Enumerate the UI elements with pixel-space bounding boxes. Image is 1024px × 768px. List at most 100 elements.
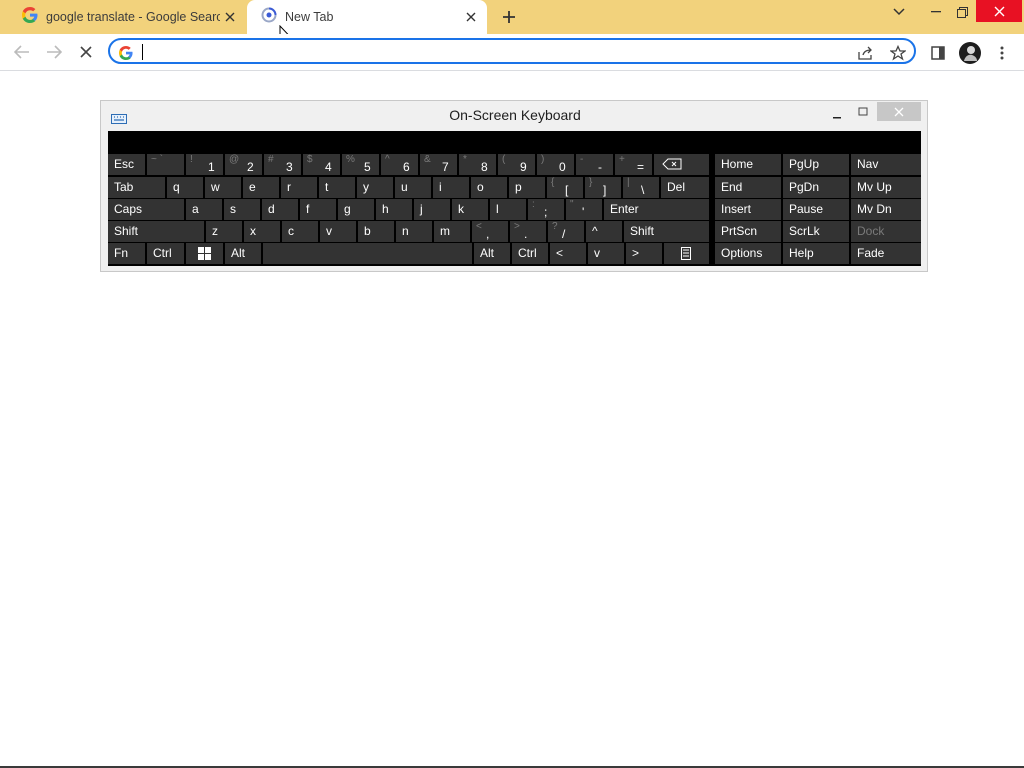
key-alt-right[interactable]: Alt: [474, 243, 510, 264]
osk-close-button[interactable]: [877, 102, 921, 121]
key-shift-left[interactable]: Shift: [108, 221, 204, 242]
key-left-arrow[interactable]: <: [550, 243, 586, 264]
key-insert[interactable]: Insert: [715, 199, 781, 220]
key-enter[interactable]: Enter: [604, 199, 709, 220]
key-m[interactable]: m: [434, 221, 470, 242]
osk-minimize-button[interactable]: [827, 105, 847, 123]
tab-google-translate[interactable]: google translate - Google Search: [8, 0, 246, 34]
tab-search-button[interactable]: [884, 0, 914, 24]
close-window-button[interactable]: [976, 0, 1022, 22]
key-j[interactable]: j: [414, 199, 450, 220]
key-mv-up[interactable]: Mv Up: [851, 177, 921, 198]
key-a[interactable]: a: [186, 199, 222, 220]
key-ctrl-right[interactable]: Ctrl: [512, 243, 548, 264]
key-end[interactable]: End: [715, 177, 781, 198]
key-del[interactable]: Del: [661, 177, 709, 198]
omnibox[interactable]: [108, 38, 916, 64]
key-down-arrow[interactable]: v: [588, 243, 624, 264]
key-up-arrow[interactable]: ^: [586, 221, 622, 242]
key-prtscn[interactable]: PrtScn: [715, 221, 781, 242]
key-v[interactable]: v: [320, 221, 356, 242]
key-period[interactable]: >.: [510, 221, 546, 242]
key-mv-dn[interactable]: Mv Dn: [851, 199, 921, 220]
key-7[interactable]: & 7: [420, 154, 457, 175]
share-icon[interactable]: [856, 43, 876, 63]
key-ctrl-left[interactable]: Ctrl: [147, 243, 184, 264]
key-equals[interactable]: + =: [615, 154, 652, 175]
key-comma[interactable]: <,: [472, 221, 508, 242]
key-e[interactable]: e: [243, 177, 279, 198]
key-k[interactable]: k: [452, 199, 488, 220]
key-5[interactable]: % 5: [342, 154, 379, 175]
key-help[interactable]: Help: [783, 243, 849, 264]
key-windows[interactable]: [186, 243, 223, 264]
profile-avatar[interactable]: [959, 42, 981, 64]
key-f[interactable]: f: [300, 199, 336, 220]
key-h[interactable]: h: [376, 199, 412, 220]
key-s[interactable]: s: [224, 199, 260, 220]
key-x[interactable]: x: [244, 221, 280, 242]
key-6[interactable]: ^ 6: [381, 154, 418, 175]
key-i[interactable]: i: [433, 177, 469, 198]
key-scrlk[interactable]: ScrLk: [783, 221, 849, 242]
key-2[interactable]: @2: [225, 154, 262, 175]
key-t[interactable]: t: [319, 177, 355, 198]
menu-button[interactable]: [991, 42, 1013, 64]
key-0[interactable]: ) 0: [537, 154, 574, 175]
key-o[interactable]: o: [471, 177, 507, 198]
osk-maximize-button[interactable]: [853, 103, 873, 121]
key-semicolon[interactable]: :;: [528, 199, 564, 220]
key-nav[interactable]: Nav: [851, 154, 921, 175]
key-pgup[interactable]: PgUp: [783, 154, 849, 175]
key-quote[interactable]: " ': [566, 199, 602, 220]
key-4[interactable]: $4: [303, 154, 340, 175]
key-fn[interactable]: Fn: [108, 243, 145, 264]
key-3[interactable]: #3: [264, 154, 301, 175]
stop-loading-button[interactable]: [74, 40, 98, 64]
key-z[interactable]: z: [206, 221, 242, 242]
key-dock[interactable]: Dock: [851, 221, 921, 242]
key-home[interactable]: Home: [715, 154, 781, 175]
key-tilde[interactable]: ~ `: [147, 154, 184, 175]
close-tab-icon[interactable]: [220, 7, 240, 27]
key-r[interactable]: r: [281, 177, 317, 198]
side-panel-button[interactable]: [927, 42, 949, 64]
key-alt-left[interactable]: Alt: [225, 243, 261, 264]
key-options[interactable]: Options: [715, 243, 781, 264]
forward-button[interactable]: [42, 40, 66, 64]
close-tab-icon[interactable]: [461, 7, 481, 27]
key-9[interactable]: (9: [498, 154, 535, 175]
key-u[interactable]: u: [395, 177, 431, 198]
key-minus[interactable]: --: [576, 154, 613, 175]
key-c[interactable]: c: [282, 221, 318, 242]
key-backslash[interactable]: | \: [623, 177, 659, 198]
key-8[interactable]: * 8: [459, 154, 496, 175]
key-pause[interactable]: Pause: [783, 199, 849, 220]
key-left-bracket[interactable]: {[: [547, 177, 583, 198]
restore-button[interactable]: [947, 0, 977, 24]
omnibox-input[interactable]: [142, 43, 842, 61]
key-l[interactable]: l: [490, 199, 526, 220]
key-right-bracket[interactable]: }]: [585, 177, 621, 198]
key-space[interactable]: [263, 243, 472, 264]
key-right-arrow[interactable]: >: [626, 243, 662, 264]
bookmark-star-icon[interactable]: [888, 43, 908, 63]
key-slash[interactable]: ? /: [548, 221, 584, 242]
key-g[interactable]: g: [338, 199, 374, 220]
key-d[interactable]: d: [262, 199, 298, 220]
key-fade[interactable]: Fade: [851, 243, 921, 264]
key-esc[interactable]: Esc: [108, 154, 145, 175]
key-menu[interactable]: [664, 243, 709, 264]
key-1[interactable]: ! 1: [186, 154, 223, 175]
key-y[interactable]: y: [357, 177, 393, 198]
key-b[interactable]: b: [358, 221, 394, 242]
key-p[interactable]: p: [509, 177, 545, 198]
back-button[interactable]: [10, 40, 34, 64]
key-caps[interactable]: Caps: [108, 199, 184, 220]
key-shift-right[interactable]: Shift: [624, 221, 709, 242]
key-q[interactable]: q: [167, 177, 203, 198]
key-w[interactable]: w: [205, 177, 241, 198]
key-backspace[interactable]: [654, 154, 709, 175]
key-tab[interactable]: Tab: [108, 177, 165, 198]
key-n[interactable]: n: [396, 221, 432, 242]
